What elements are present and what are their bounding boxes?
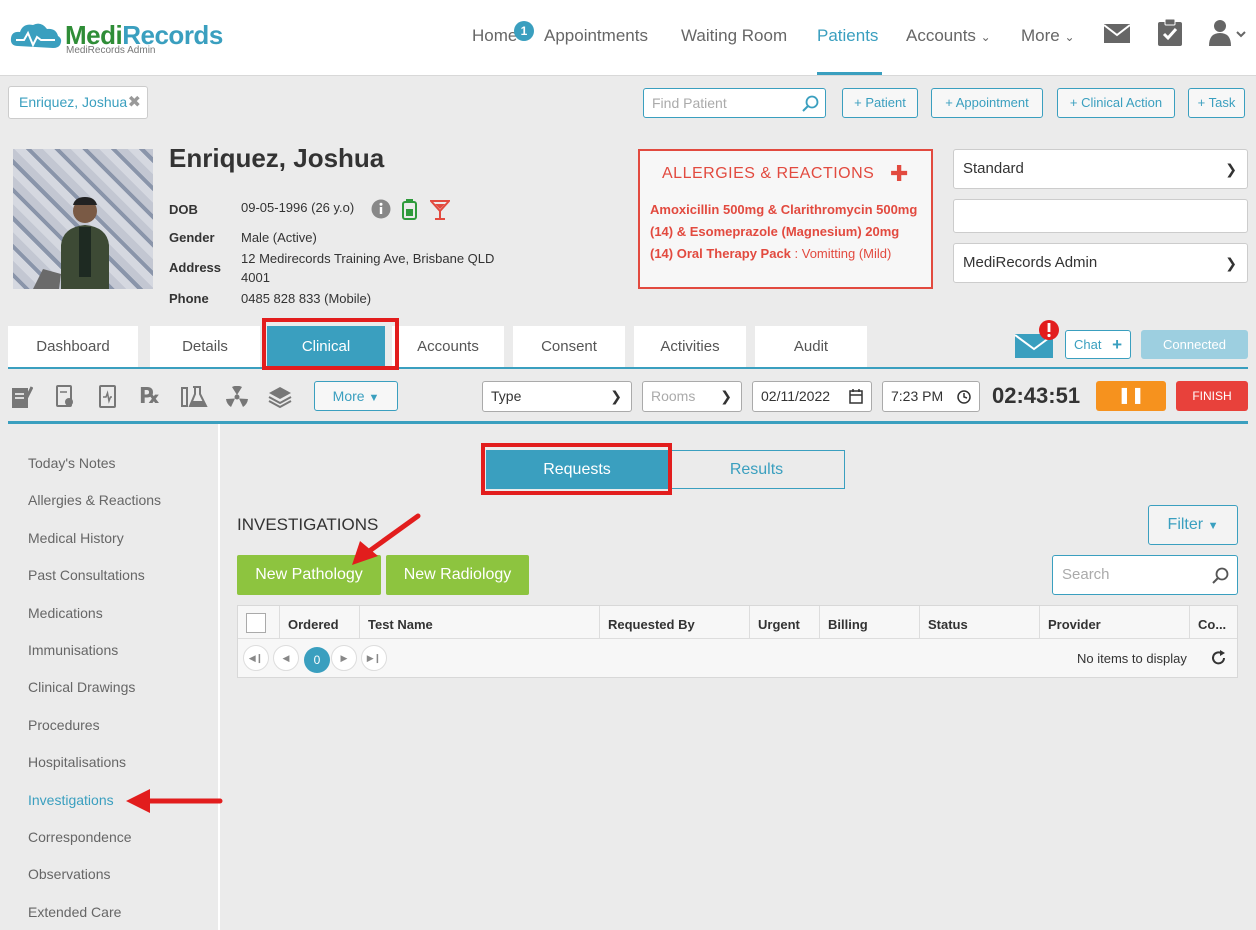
arrow-to-new-pathology xyxy=(352,513,421,565)
arrow-to-investigations xyxy=(126,789,223,813)
annotation-arrows xyxy=(126,513,421,813)
